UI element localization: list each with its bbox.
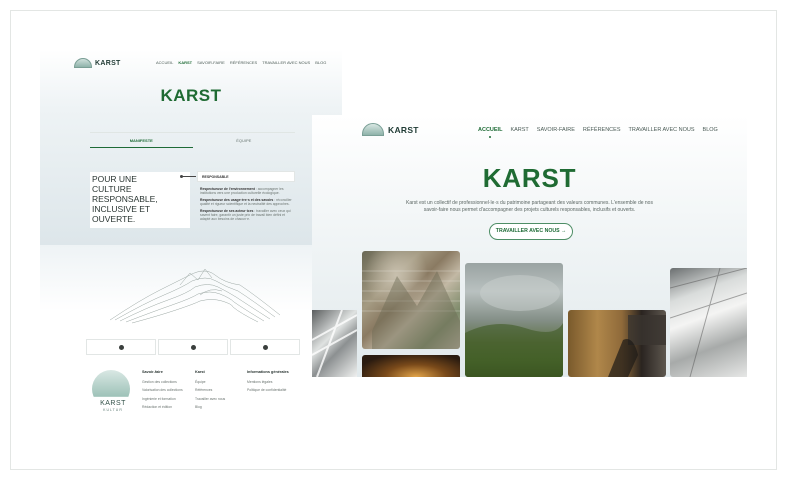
footer-link[interactable]: Équipe [195,378,225,387]
footer-link[interactable]: Blog [195,403,225,412]
left-footer: KARST KULTUR Savoir-faire Gestion des co… [92,368,342,430]
left-menu-savoir-faire[interactable]: SAVOIR-FAIRE [197,60,225,65]
menu-accueil[interactable]: ACCUEIL [478,127,502,138]
responsable-badge[interactable]: RESPONSABLE [197,171,295,182]
footer-link[interactable]: Valorisation des collections [142,386,183,395]
footer-link[interactable]: Ingénierie et formation [142,395,183,404]
footer-col-title: Karst [195,370,205,374]
menu-references[interactable]: RÉFÉRENCES [583,127,621,133]
manifesto-body: Respectueuse de l'environnement : accomp… [200,187,294,224]
footer-link[interactable]: Références [195,386,225,395]
left-menu-travailler[interactable]: TRAVAILLER AVEC NOUS [262,60,310,65]
footer-logo-text: KARST [100,400,126,407]
facebook-icon [190,344,196,350]
footer-link[interactable]: Politique de confidentialité [247,386,289,395]
manifesto-point: Respectueuse de ses acteur·ices : travai… [200,208,291,222]
social-box[interactable] [230,339,300,355]
left-menu-accueil[interactable]: ACCUEIL [156,60,173,65]
archive-photo [568,310,666,377]
footer-link[interactable]: Travailler avec nous [195,395,225,404]
karst-logo-icon[interactable] [362,123,384,136]
footer-col-infos: Informations générales Mentions légales … [247,368,289,395]
left-navbar: KARST [74,58,121,68]
museum-interior-photo [670,268,747,377]
karst-page-mockup: KARST ACCUEIL KARST SAVOIR-FAIRE RÉFÉREN… [40,50,342,430]
left-tabs: MANIFESTE ÉQUIPE [90,132,295,148]
social-box[interactable] [158,339,228,355]
karst-home-mockup: KARST ACCUEIL KARST SAVOIR-FAIRE RÉFÉREN… [312,115,747,377]
home-description: Karst est un collectif de professionnel·… [406,200,653,213]
left-menu-references[interactable]: RÉFÉRENCES [230,60,257,65]
mountain-illustration [40,245,342,340]
tab-equipe[interactable]: ÉQUIPE [193,133,296,148]
menu-blog[interactable]: BLOG [703,127,718,133]
instagram-icon [118,344,124,350]
work-with-us-button[interactable]: TRAVAILLER AVEC NOUS → [489,223,573,240]
mountain-photo [362,251,460,349]
right-menu: ACCUEIL KARST SAVOIR-FAIRE RÉFÉRENCES TR… [478,127,718,138]
manifesto-point: Respectueuse des usage·ère·s et des savo… [200,197,292,207]
warm-light-photo [362,355,460,377]
right-brand[interactable]: KARST [388,125,419,135]
mountain-line-art [109,268,281,324]
footer-col-savoir-faire: Savoir-faire Gestion des collections Val… [142,368,183,412]
left-page-title: KARST [160,86,222,105]
tab-manifeste[interactable]: MANIFESTE [90,133,193,148]
landscape-photo [465,263,563,377]
menu-savoir-faire[interactable]: SAVOIR-FAIRE [537,127,575,133]
right-navbar: KARST [362,123,419,136]
menu-karst[interactable]: KARST [510,127,528,133]
left-menu: ACCUEIL KARST SAVOIR-FAIRE RÉFÉRENCES TR… [156,60,326,65]
social-box[interactable] [86,339,156,355]
footer-logo-sub: KULTUR [103,408,123,412]
home-title: KARST [482,163,577,193]
pointer-line [180,174,196,178]
social-icons-row [86,339,300,355]
left-menu-karst[interactable]: KARST [178,60,192,65]
manifesto-point: Respectueuse de l'environnement : accomp… [200,187,284,196]
left-brand[interactable]: KARST [95,60,121,67]
linkedin-icon [262,344,268,350]
menu-travailler[interactable]: TRAVAILLER AVEC NOUS [629,127,695,133]
footer-link[interactable]: Rédaction et édition [142,403,183,412]
architecture-photo [312,310,357,377]
footer-link[interactable]: Gestion des collections [142,378,183,387]
left-menu-blog[interactable]: BLOG [315,60,326,65]
footer-col-title: Informations générales [247,370,289,374]
footer-link[interactable]: Mentions légales [247,378,289,387]
footer-col-title: Savoir-faire [142,370,163,374]
footer-col-karst: Karst Équipe Références Travailler avec … [195,368,225,412]
manifesto-heading: POUR UNE CULTURE RESPONSABLE, INCLUSIVE … [92,174,158,224]
karst-logo-icon[interactable] [74,58,92,68]
